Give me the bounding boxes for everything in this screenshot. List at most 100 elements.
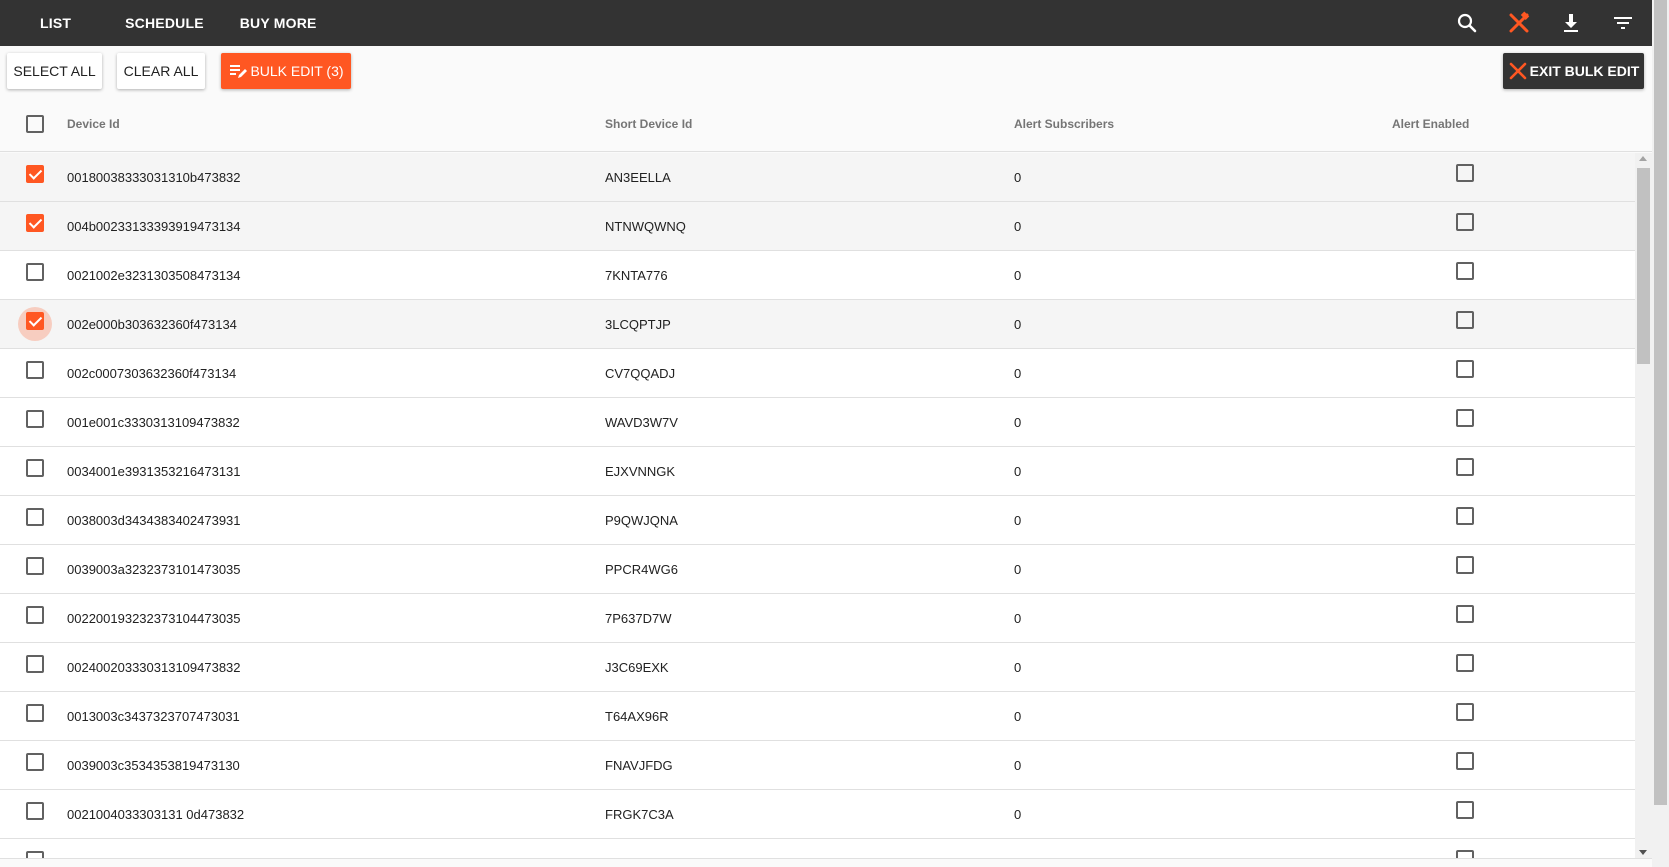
column-header-alert-subscribers[interactable]: Alert Subscribers bbox=[1014, 96, 1114, 152]
row-select-checkbox[interactable] bbox=[26, 361, 44, 379]
row-select-checkbox[interactable] bbox=[26, 263, 44, 281]
short-device-id-cell: FNAVJFDG bbox=[605, 757, 673, 773]
table-row[interactable]: 0021004033303131 0d473832 FRGK7C3A 0 bbox=[0, 790, 1635, 839]
row-select-checkbox[interactable] bbox=[26, 704, 44, 722]
alert-enabled-checkbox[interactable] bbox=[1456, 213, 1474, 231]
short-device-id-cell: PPCR4WG6 bbox=[605, 561, 678, 577]
bulk-edit-button[interactable]: BULK EDIT (3) bbox=[221, 53, 351, 89]
row-select-checkbox[interactable] bbox=[26, 557, 44, 575]
alert-subscribers-cell: 0 bbox=[1014, 512, 1022, 528]
clear-all-button[interactable]: CLEAR ALL bbox=[117, 53, 205, 89]
scroll-up-arrow-icon[interactable] bbox=[1639, 156, 1647, 161]
table-row[interactable] bbox=[0, 839, 1635, 858]
row-select-checkbox[interactable] bbox=[26, 410, 44, 428]
alert-enabled-checkbox[interactable] bbox=[1456, 311, 1474, 329]
exit-bulk-edit-button[interactable]: EXIT BULK EDIT bbox=[1503, 53, 1644, 89]
row-select-checkbox[interactable] bbox=[26, 753, 44, 771]
alert-enabled-checkbox[interactable] bbox=[1456, 654, 1474, 672]
nav-buy-more-tab[interactable]: BUY MORE bbox=[240, 15, 317, 31]
alert-subscribers-cell: 0 bbox=[1014, 610, 1022, 626]
column-header-alert-enabled[interactable]: Alert Enabled bbox=[1392, 96, 1469, 152]
short-device-id-cell: 7KNTA776 bbox=[605, 267, 668, 283]
alert-enabled-checkbox[interactable] bbox=[1456, 556, 1474, 574]
table-row[interactable]: 00180038333031310b473832 AN3EELLA 0 bbox=[0, 153, 1635, 202]
row-select-checkbox[interactable] bbox=[26, 606, 44, 624]
row-select-checkbox[interactable] bbox=[26, 508, 44, 526]
alert-enabled-checkbox[interactable] bbox=[1456, 752, 1474, 770]
column-header-device-id[interactable]: Device Id bbox=[67, 96, 120, 152]
row-select-checkbox[interactable] bbox=[26, 214, 44, 232]
device-id-cell: 004b00233133393919473134 bbox=[67, 218, 241, 234]
nav-list-tab[interactable]: LIST bbox=[40, 15, 71, 31]
table-row[interactable]: 002e000b303632360f473134 3LCQPTJP 0 bbox=[0, 300, 1635, 349]
table-row[interactable]: 002c0007303632360f473134 CV7QQADJ 0 bbox=[0, 349, 1635, 398]
row-select-checkbox[interactable] bbox=[26, 851, 44, 858]
row-select-checkbox[interactable] bbox=[26, 312, 44, 330]
table-row[interactable]: 0034001e3931353216473131 EJXVNNGK 0 bbox=[0, 447, 1635, 496]
alert-subscribers-cell: 0 bbox=[1014, 414, 1022, 430]
device-id-cell: 0021002e3231303508473134 bbox=[67, 267, 241, 283]
table-row[interactable]: 0039003c3534353819473130 FNAVJFDG 0 bbox=[0, 741, 1635, 790]
alert-enabled-checkbox[interactable] bbox=[1456, 801, 1474, 819]
device-id-cell: 002200193232373104473035 bbox=[67, 610, 241, 626]
table-row[interactable]: 0038003d3434383402473931 P9QWJQNA 0 bbox=[0, 496, 1635, 545]
table-row[interactable]: 002400203330313109473832 J3C69EXK 0 bbox=[0, 643, 1635, 692]
edit-list-icon bbox=[228, 61, 248, 81]
page-scrollbar[interactable] bbox=[1652, 0, 1669, 867]
select-all-button[interactable]: SELECT ALL bbox=[7, 53, 102, 89]
page-scrollbar-thumb[interactable] bbox=[1654, 0, 1667, 805]
download-icon[interactable] bbox=[1559, 11, 1583, 35]
column-header-short-device-id[interactable]: Short Device Id bbox=[605, 96, 692, 152]
table-row[interactable]: 0013003c3437323707473031 T64AX96R 0 bbox=[0, 692, 1635, 741]
select-all-rows-checkbox-cell bbox=[26, 96, 44, 152]
alert-enabled-checkbox[interactable] bbox=[1456, 507, 1474, 525]
short-device-id-cell: 3LCQPTJP bbox=[605, 316, 671, 332]
short-device-id-cell: CV7QQADJ bbox=[605, 365, 676, 381]
table-row[interactable]: 0021002e3231303508473134 7KNTA776 0 bbox=[0, 251, 1635, 300]
alert-subscribers-cell: 0 bbox=[1014, 316, 1022, 332]
table-row[interactable]: 0039003a3232373101473035 PPCR4WG6 0 bbox=[0, 545, 1635, 594]
alert-enabled-checkbox[interactable] bbox=[1456, 360, 1474, 378]
row-select-checkbox[interactable] bbox=[26, 165, 44, 183]
row-select-checkbox[interactable] bbox=[26, 655, 44, 673]
top-app-bar: LIST SCHEDULE BUY MORE bbox=[0, 0, 1652, 46]
select-all-rows-checkbox[interactable] bbox=[26, 115, 44, 133]
device-id-cell: 0013003c3437323707473031 bbox=[67, 708, 240, 724]
bulk-edit-tools-icon bbox=[1508, 61, 1528, 81]
alert-enabled-checkbox[interactable] bbox=[1456, 409, 1474, 427]
table-row[interactable]: 001e001c3330313109473832 WAVD3W7V 0 bbox=[0, 398, 1635, 447]
table-header: Device Id Short Device Id Alert Subscrib… bbox=[0, 96, 1652, 152]
alert-subscribers-cell: 0 bbox=[1014, 365, 1022, 381]
device-id-cell: 0021004033303131 0d473832 bbox=[67, 806, 245, 822]
alert-enabled-checkbox[interactable] bbox=[1456, 262, 1474, 280]
device-id-cell: 0034001e3931353216473131 bbox=[67, 463, 241, 479]
table-row[interactable]: 004b00233133393919473134 NTNWQWNQ 0 bbox=[0, 202, 1635, 251]
scroll-down-arrow-icon[interactable] bbox=[1639, 850, 1647, 855]
alert-subscribers-cell: 0 bbox=[1014, 218, 1022, 234]
short-device-id-cell: P9QWJQNA bbox=[605, 512, 678, 528]
alert-enabled-checkbox[interactable] bbox=[1456, 850, 1474, 858]
short-device-id-cell: FRGK7C3A bbox=[605, 806, 674, 822]
alert-enabled-checkbox[interactable] bbox=[1456, 703, 1474, 721]
short-device-id-cell: T64AX96R bbox=[605, 708, 669, 724]
nav-schedule-tab[interactable]: SCHEDULE bbox=[125, 15, 204, 31]
device-id-cell: 002e000b303632360f473134 bbox=[67, 316, 237, 332]
bulk-edit-tools-icon[interactable] bbox=[1507, 11, 1531, 35]
short-device-id-cell: EJXVNNGK bbox=[605, 463, 676, 479]
row-select-checkbox[interactable] bbox=[26, 802, 44, 820]
table-scrollbar[interactable] bbox=[1635, 153, 1652, 858]
device-id-cell: 002400203330313109473832 bbox=[67, 659, 241, 675]
alert-subscribers-cell: 0 bbox=[1014, 659, 1022, 675]
short-device-id-cell: J3C69EXK bbox=[605, 659, 669, 675]
device-id-cell: 001e001c3330313109473832 bbox=[67, 414, 240, 430]
table-body: 00180038333031310b473832 AN3EELLA 0 004b002… bbox=[0, 153, 1635, 858]
alert-enabled-checkbox[interactable] bbox=[1456, 605, 1474, 623]
alert-enabled-checkbox[interactable] bbox=[1456, 458, 1474, 476]
table-row[interactable]: 002200193232373104473035 7P637D7W 0 bbox=[0, 594, 1635, 643]
short-device-id-cell: WAVD3W7V bbox=[605, 414, 678, 430]
alert-enabled-checkbox[interactable] bbox=[1456, 164, 1474, 182]
filter-icon[interactable] bbox=[1611, 11, 1635, 35]
search-icon[interactable] bbox=[1455, 11, 1479, 35]
table-scrollbar-thumb[interactable] bbox=[1637, 168, 1650, 364]
row-select-checkbox[interactable] bbox=[26, 459, 44, 477]
